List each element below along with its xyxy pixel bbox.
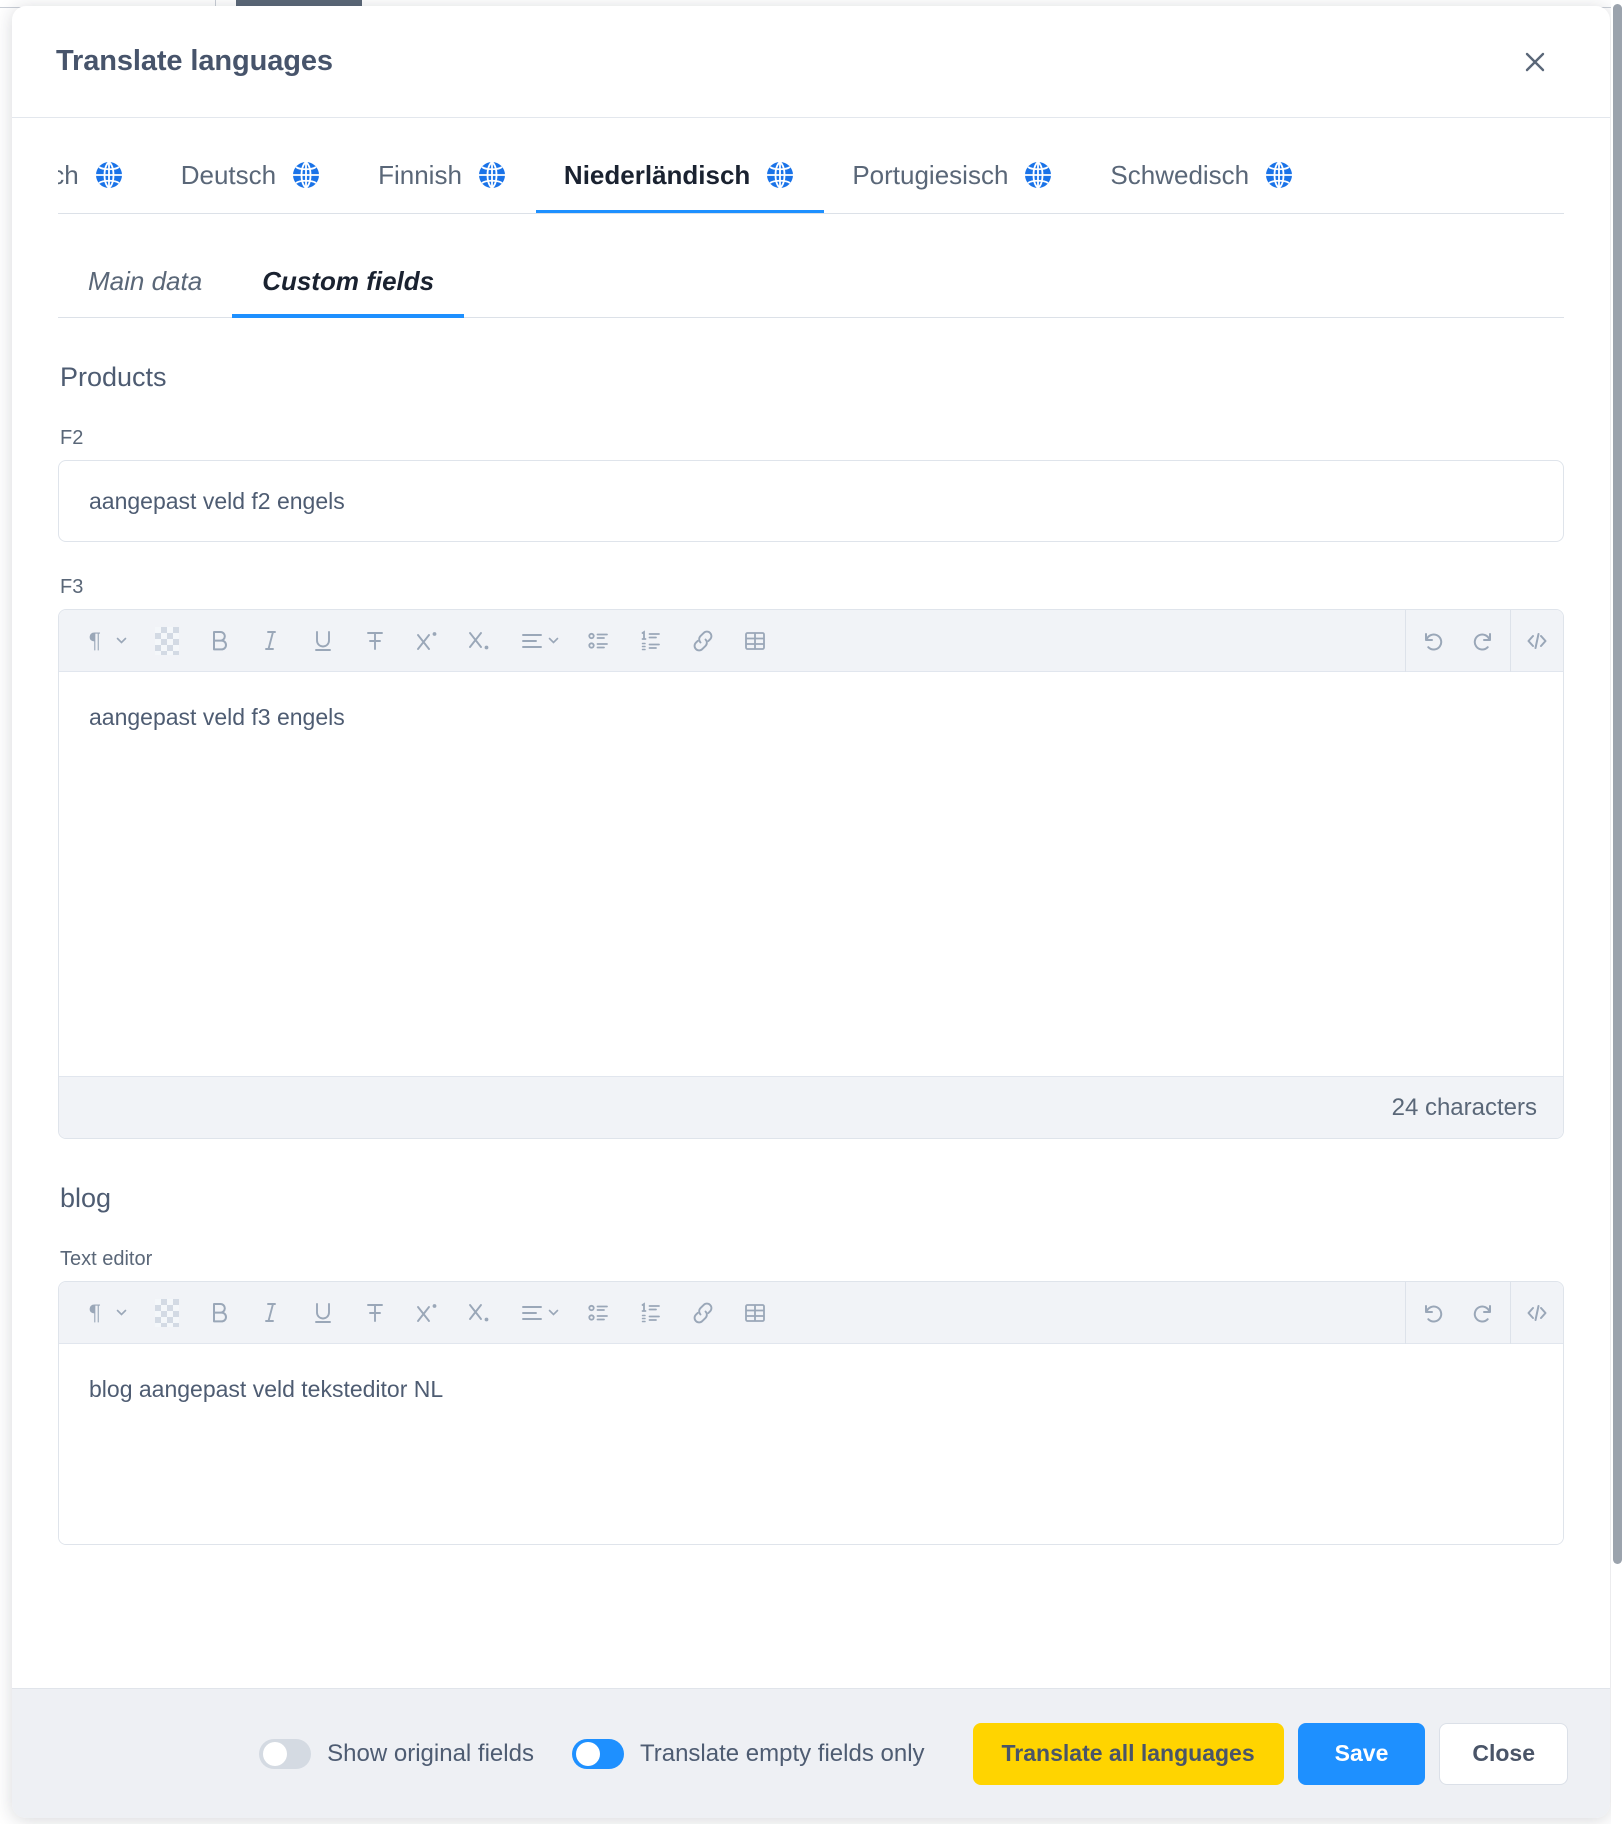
globe-icon	[95, 161, 122, 189]
scrollbar-thumb[interactable]	[1613, 4, 1622, 1564]
field-label-text-editor: Text editor	[60, 1248, 153, 1270]
bullet-list-icon[interactable]	[573, 1287, 625, 1339]
bold-icon[interactable]	[193, 1287, 245, 1339]
page-scrollbar[interactable]	[1611, 0, 1624, 1824]
editor-content-f3[interactable]: aangepast veld f3 engels	[59, 672, 1563, 1076]
editor-character-counter-f3: 24 characters	[59, 1076, 1563, 1138]
language-tab-1[interactable]: Deutsch	[153, 159, 350, 213]
language-tab-bar: nisch Deutsch	[58, 118, 1564, 214]
numbered-list-icon[interactable]	[625, 615, 677, 667]
underline-icon[interactable]	[297, 615, 349, 667]
globe-icon	[1025, 161, 1052, 189]
language-tab-4[interactable]: Portugiesisch	[824, 159, 1082, 213]
language-tab-2[interactable]: Finnish	[350, 159, 536, 213]
table-icon[interactable]	[729, 1287, 781, 1339]
close-button[interactable]: Close	[1439, 1722, 1568, 1785]
editor-toolbar: ¶	[59, 610, 1563, 672]
modal-header: Translate languages	[12, 6, 1610, 118]
underline-icon[interactable]	[297, 1287, 349, 1339]
link-icon[interactable]	[677, 1287, 729, 1339]
align-icon[interactable]	[505, 615, 573, 667]
source-code-icon[interactable]	[1511, 615, 1563, 667]
subscript-icon[interactable]	[453, 615, 505, 667]
language-tab-label: Niederländisch	[563, 159, 751, 190]
chevron-down-icon	[548, 637, 558, 644]
close-icon[interactable]	[1512, 39, 1558, 85]
page-title: Translate languages	[56, 45, 333, 77]
toggle-switch[interactable]	[259, 1738, 312, 1769]
svg-text:¶: ¶	[88, 629, 101, 653]
table-icon[interactable]	[729, 615, 781, 667]
editor-toolbar: ¶	[59, 1282, 1563, 1344]
italic-icon[interactable]	[245, 1287, 297, 1339]
toggle-label: Translate empty fields only	[639, 1739, 925, 1767]
language-tab-label: Finnish	[378, 159, 462, 190]
paragraph-format-icon[interactable]: ¶	[73, 615, 141, 667]
globe-icon	[1266, 161, 1293, 189]
language-tab-label: Deutsch	[180, 159, 277, 190]
numbered-list-icon[interactable]	[625, 1287, 677, 1339]
translate-all-languages-button[interactable]: Translate all languages	[972, 1722, 1284, 1785]
bullet-list-icon[interactable]	[573, 615, 625, 667]
undo-icon[interactable]	[1406, 615, 1458, 667]
editor-content-blog[interactable]: blog aangepast veld teksteditor NL	[59, 1344, 1563, 1544]
toggle-show-original-fields[interactable]: Show original fields	[259, 1738, 534, 1769]
source-code-icon[interactable]	[1511, 1287, 1563, 1339]
translate-languages-modal: Translate languages nisch	[12, 6, 1610, 1818]
modal-body: nisch Deutsch	[12, 118, 1610, 1688]
align-icon[interactable]	[505, 1287, 573, 1339]
superscript-icon[interactable]	[401, 1287, 453, 1339]
field-label-f3: F3	[60, 576, 84, 598]
chevron-down-icon	[548, 1309, 558, 1316]
language-tab-label: Portugiesisch	[852, 159, 1009, 190]
field-input-f2[interactable]	[58, 460, 1564, 542]
tab-main-data[interactable]: Main data	[58, 266, 232, 317]
paragraph-format-icon[interactable]: ¶	[73, 1287, 141, 1339]
section-title-products: Products	[60, 362, 167, 392]
subscript-icon[interactable]	[453, 1287, 505, 1339]
sub-tab-bar: Main data Custom fields	[58, 236, 1564, 318]
strikethrough-icon[interactable]	[349, 615, 401, 667]
language-tab-3[interactable]: Niederländisch	[535, 159, 825, 213]
globe-icon	[767, 161, 794, 189]
globe-icon	[478, 161, 505, 189]
bold-icon[interactable]	[193, 615, 245, 667]
superscript-icon[interactable]	[401, 615, 453, 667]
chevron-down-icon	[116, 637, 126, 644]
link-icon[interactable]	[677, 615, 729, 667]
chevron-down-icon	[116, 1309, 126, 1316]
modal-footer: Show original fields Translate empty fie…	[12, 1688, 1610, 1818]
language-tab-5[interactable]: Schwedisch	[1082, 159, 1323, 213]
language-tab-0[interactable]: nisch	[58, 159, 153, 213]
tab-custom-fields[interactable]: Custom fields	[232, 266, 465, 318]
rich-text-editor-blog: ¶ blog aangepast veld teksteditor NL	[58, 1281, 1564, 1545]
redo-icon[interactable]	[1458, 1287, 1510, 1339]
toggle-translate-empty-fields-only[interactable]: Translate empty fields only	[571, 1738, 925, 1769]
svg-text:¶: ¶	[88, 1301, 101, 1325]
form-content: Products F2 F3 ¶	[12, 362, 1610, 1545]
save-button[interactable]: Save	[1297, 1722, 1426, 1785]
strikethrough-icon[interactable]	[349, 1287, 401, 1339]
redo-icon[interactable]	[1458, 615, 1510, 667]
field-label-f2: F2	[60, 427, 84, 449]
toggle-switch[interactable]	[571, 1738, 624, 1769]
language-tab-label: nisch	[58, 159, 79, 190]
rich-text-editor-f3: ¶ aangepast veld f3 engels 24 characters	[58, 609, 1564, 1139]
text-color-icon[interactable]	[141, 615, 193, 667]
text-color-icon[interactable]	[141, 1287, 193, 1339]
undo-icon[interactable]	[1406, 1287, 1458, 1339]
globe-icon	[293, 161, 320, 189]
language-tab-label: Schwedisch	[1110, 159, 1250, 190]
toggle-label: Show original fields	[327, 1739, 534, 1767]
section-title-blog: blog	[60, 1183, 112, 1213]
italic-icon[interactable]	[245, 615, 297, 667]
